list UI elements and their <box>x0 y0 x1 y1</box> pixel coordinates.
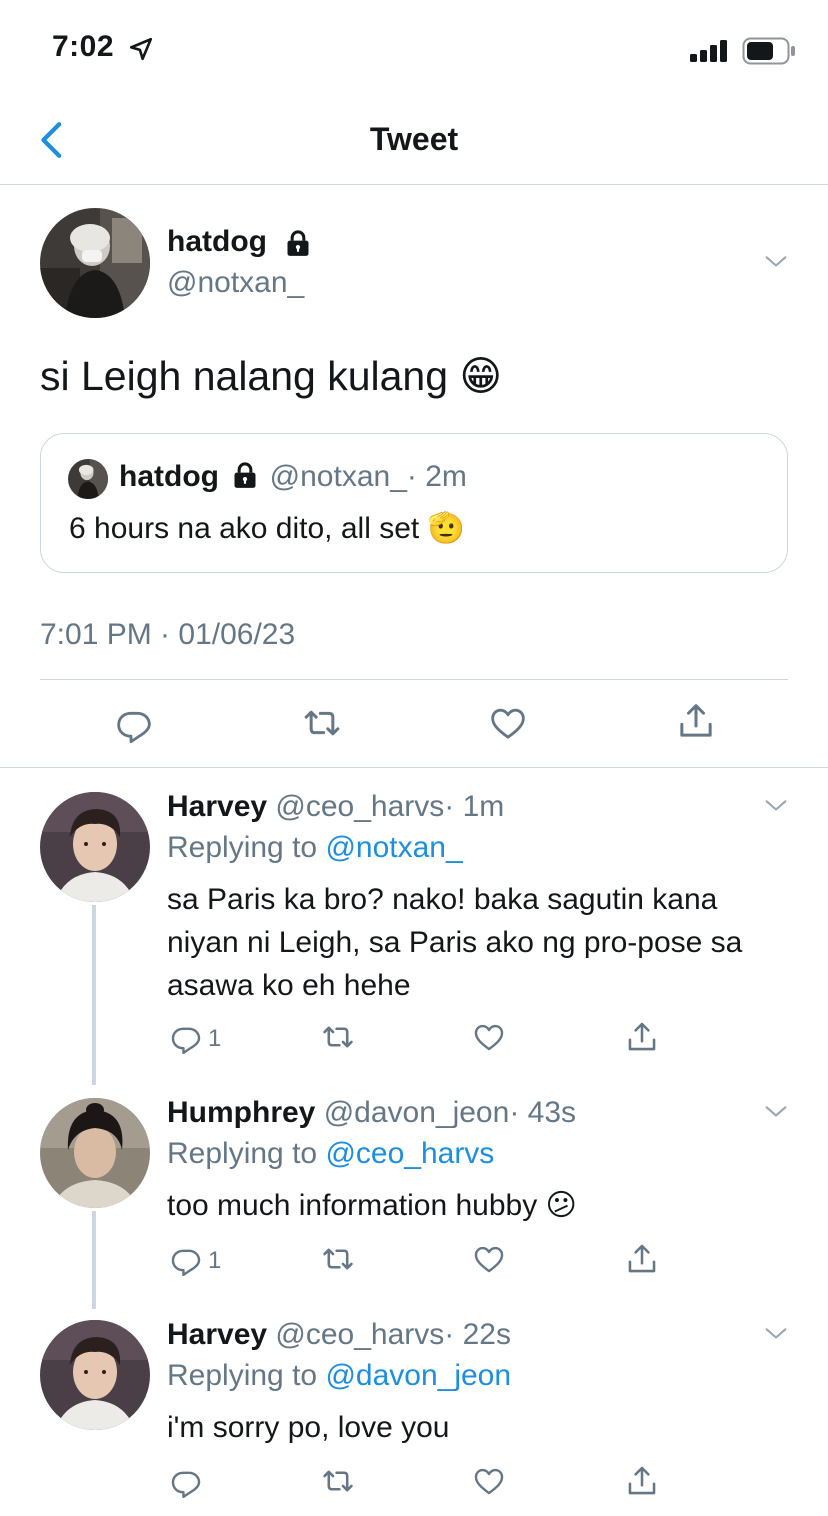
divider <box>40 679 788 680</box>
author-handle[interactable]: @notxan_ <box>167 266 304 300</box>
reply-icon[interactable] <box>114 703 154 743</box>
retweet-icon[interactable] <box>320 1020 356 1054</box>
heart-icon[interactable] <box>472 1242 506 1276</box>
reply-author-handle[interactable]: @ceo_harvs <box>275 1318 444 1351</box>
reply-author-name[interactable]: Humphrey <box>167 1096 315 1129</box>
avatar[interactable] <box>40 208 150 318</box>
share-icon[interactable] <box>676 701 716 741</box>
avatar[interactable] <box>40 1098 150 1208</box>
reply-header: Harvey @ceo_harvs· 1m <box>167 790 504 824</box>
retweet-icon[interactable] <box>320 1464 356 1498</box>
thread-line <box>92 905 96 1085</box>
replying-to: Replying to @notxan_ <box>167 831 463 865</box>
location-arrow-icon <box>129 37 153 61</box>
reply-text: i'm sorry po, love you <box>167 1411 450 1444</box>
replying-to-link[interactable]: @notxan_ <box>325 831 462 864</box>
reply-text: too much information hubby 😕 <box>167 1189 577 1222</box>
replying-to-label: Replying to <box>167 1359 326 1392</box>
divider <box>0 767 828 768</box>
reply-icon[interactable] <box>169 1242 203 1276</box>
quote-text: 6 hours na ako dito, all set 🫡 <box>69 512 465 545</box>
retweet-icon[interactable] <box>320 1242 356 1276</box>
reply-time: · 1m <box>444 790 505 823</box>
quote-author-name: hatdog <box>119 460 219 493</box>
avatar[interactable] <box>40 792 150 902</box>
reply-header: Humphrey @davon_jeon· 43s <box>167 1096 576 1130</box>
quote-author-handle: @notxan_ <box>269 460 407 493</box>
status-time: 7:02 <box>52 30 115 63</box>
reply-text: sa Paris ka bro? nako! baka sagutin kana… <box>167 883 743 1002</box>
lock-icon <box>284 229 312 257</box>
page-title: Tweet <box>369 121 459 157</box>
reply-count: 1 <box>208 1025 222 1052</box>
avatar[interactable] <box>40 1320 150 1430</box>
chevron-down-icon[interactable] <box>762 248 790 276</box>
replying-to-link[interactable]: @davon_jeon <box>325 1359 511 1392</box>
chevron-down-icon[interactable] <box>762 792 790 820</box>
signal-icon <box>690 40 727 62</box>
replying-to: Replying to @ceo_harvs <box>167 1137 494 1171</box>
reply-author-handle[interactable]: @davon_jeon <box>324 1096 510 1129</box>
tweet-text: si Leigh nalang kulang 😁 <box>40 353 503 399</box>
reply-count: 1 <box>208 1247 222 1274</box>
author-name[interactable]: hatdog <box>167 225 267 259</box>
replying-to-label: Replying to <box>167 831 326 864</box>
share-icon[interactable] <box>625 1464 659 1498</box>
chevron-down-icon[interactable] <box>762 1098 790 1126</box>
heart-icon[interactable] <box>488 703 528 743</box>
quoted-tweet[interactable]: hatdog @notxan_· 2m 6 hours na ako dito,… <box>40 433 788 573</box>
reply-icon[interactable] <box>169 1464 203 1498</box>
share-icon[interactable] <box>625 1242 659 1276</box>
quote-header: hatdog @notxan_· 2m <box>119 460 467 494</box>
reply-author-handle[interactable]: @ceo_harvs <box>275 790 444 823</box>
heart-icon[interactable] <box>472 1020 506 1054</box>
reply-header: Harvey @ceo_harvs· 22s <box>167 1318 511 1352</box>
replying-to-label: Replying to <box>167 1137 326 1170</box>
reply-author-name[interactable]: Harvey <box>167 1318 267 1351</box>
quote-time: · 2m <box>406 460 467 493</box>
quote-avatar <box>68 459 108 499</box>
reply-time: · 43s <box>509 1096 577 1129</box>
chevron-down-icon[interactable] <box>762 1320 790 1348</box>
reply-author-name[interactable]: Harvey <box>167 790 267 823</box>
reply-time: · 22s <box>444 1318 511 1351</box>
heart-icon[interactable] <box>472 1464 506 1498</box>
battery-icon <box>742 37 795 65</box>
replying-to-link[interactable]: @ceo_harvs <box>325 1137 494 1170</box>
divider <box>0 184 828 185</box>
tweet-timestamp: 7:01 PM · 01/06/23 <box>40 618 296 651</box>
lock-icon <box>231 461 259 489</box>
retweet-icon[interactable] <box>301 703 343 743</box>
share-icon[interactable] <box>625 1020 659 1054</box>
reply-icon[interactable] <box>169 1020 203 1054</box>
replying-to: Replying to @davon_jeon <box>167 1359 511 1393</box>
thread-line <box>92 1211 96 1309</box>
